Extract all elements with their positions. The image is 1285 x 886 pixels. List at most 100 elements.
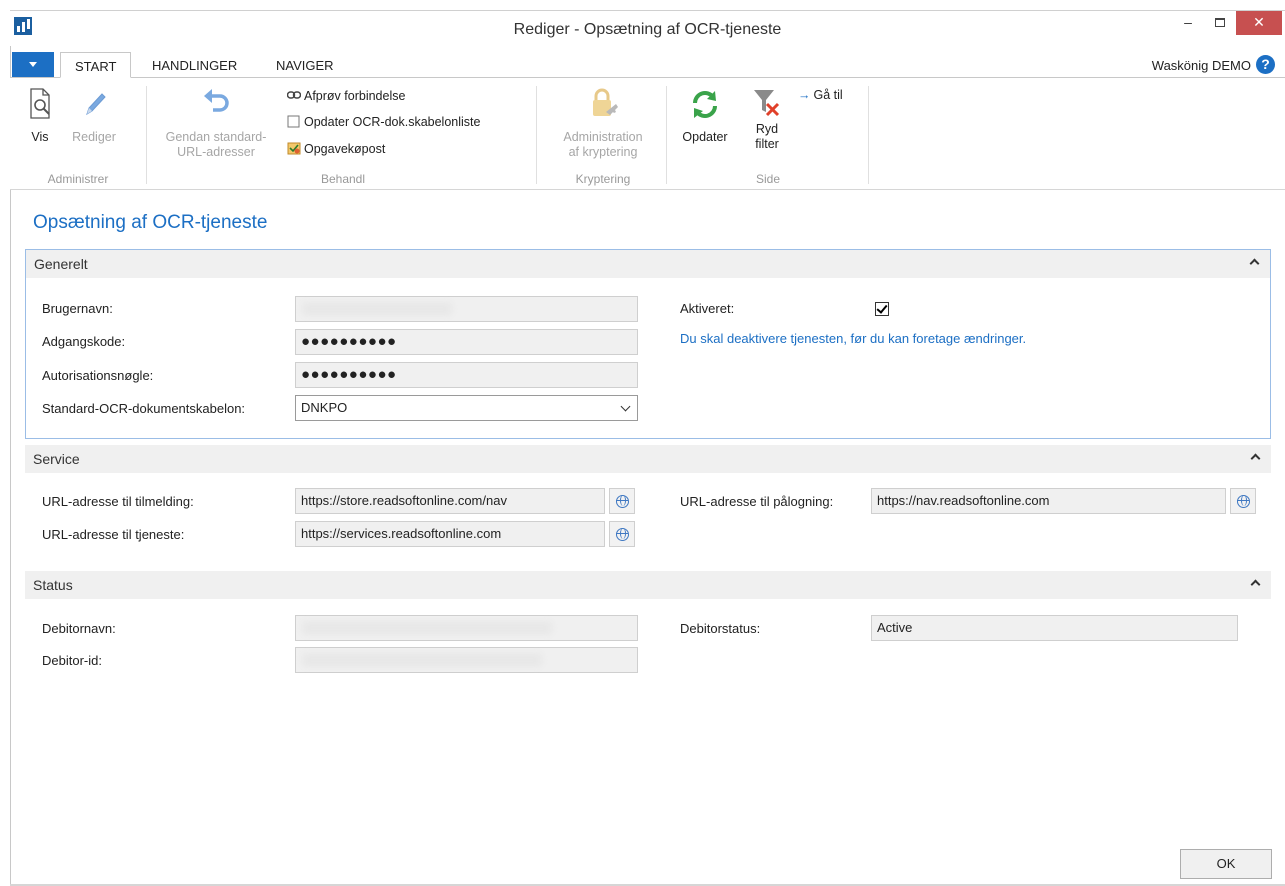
ribbon-separator [536, 86, 537, 184]
autorisationsnogle-label: Autorisationsnøgle: [42, 368, 154, 383]
gaa-til-label: Gå til [813, 88, 843, 102]
palogning-label: URL-adresse til pålogning: [680, 494, 834, 509]
opdater-ocr-label: Opdater OCR-dok.skabelonliste [304, 115, 481, 129]
vis-label: Vis [31, 130, 49, 144]
gendan-standard-url-button[interactable]: Gendan standard- URL-adresser [154, 86, 278, 160]
ryd-label-2: filter [755, 137, 779, 151]
adgangskode-field[interactable]: ●●●●●●●●●● [295, 329, 638, 355]
title-bar: Rediger - Opsætning af OCR-tjeneste – ✕ [10, 10, 1285, 46]
ryd-label-1: Ryd [755, 122, 779, 136]
standard-ocr-dropdown[interactable]: DNKPO [295, 395, 638, 421]
group-kryptering: Administration af kryptering Kryptering [540, 84, 666, 188]
opgavekopost-button[interactable]: Opgavekøpost [287, 141, 385, 156]
group-label: Side [755, 172, 781, 186]
document-icon [287, 114, 301, 128]
collapse-icon[interactable] [1249, 258, 1260, 269]
undo-icon [199, 86, 233, 122]
gaa-til-button[interactable]: → Gå til [798, 88, 843, 102]
ribbon: Vis Rediger Administrer Gendan standard- [10, 78, 1285, 190]
collapse-icon[interactable] [1250, 579, 1261, 590]
refresh-icon [688, 86, 722, 122]
opdater-button[interactable]: Opdater [674, 86, 736, 145]
page-title: Opsætning af OCR-tjeneste [33, 212, 268, 233]
debitornavn-field[interactable] [295, 615, 638, 641]
service-header[interactable]: Service [25, 445, 1271, 473]
standard-ocr-label: Standard-OCR-dokumentskabelon: [42, 401, 246, 416]
redacted-value [302, 621, 552, 635]
clear-filter-icon [750, 86, 784, 122]
ribbon-tab-bar: START HANDLINGER NAVIGER Waskönig DEMO ? [10, 52, 1285, 78]
brugernavn-label: Brugernavn: [42, 301, 113, 316]
pencil-icon [77, 86, 111, 122]
debitornavn-label: Debitornavn: [42, 621, 116, 636]
group-label: Behandl [320, 172, 366, 186]
job-queue-icon [287, 141, 301, 155]
generelt-header[interactable]: Generelt [26, 250, 1270, 278]
tjeneste-field[interactable]: https://services.readsoftonline.com [295, 521, 605, 547]
vis-button[interactable]: Vis [20, 86, 60, 145]
tilmelding-field[interactable]: https://store.readsoftonline.com/nav [295, 488, 605, 514]
deaktiver-info-text: Du skal deaktivere tjenesten, før du kan… [680, 331, 1027, 346]
redacted-value [302, 302, 452, 316]
debitor-id-field[interactable] [295, 647, 638, 673]
standard-ocr-value: DNKPO [301, 400, 348, 415]
admin-kryptering-label-1: Administration [563, 130, 643, 144]
globe-icon [616, 495, 629, 508]
status-title: Status [33, 577, 73, 593]
minimize-button[interactable]: – [1174, 11, 1202, 35]
opdater-label: Opdater [682, 130, 728, 144]
afprov-label: Afprøv forbindelse [304, 89, 406, 103]
generelt-title: Generelt [34, 256, 88, 272]
ok-button[interactable]: OK [1180, 849, 1272, 879]
adgangskode-label: Adgangskode: [42, 334, 126, 349]
opdater-ocr-skabelonliste-button[interactable]: Opdater OCR-dok.skabelonliste [287, 114, 480, 129]
user-name[interactable]: Waskönig DEMO [1152, 58, 1251, 73]
opgavekopost-label: Opgavekøpost [304, 142, 386, 156]
aktiveret-checkbox[interactable] [875, 302, 889, 316]
gendan-label-2: URL-adresser [177, 145, 255, 159]
group-behandl: Gendan standard- URL-adresser Afprøv for… [150, 84, 536, 188]
palogning-field[interactable]: https://nav.readsoftonline.com [871, 488, 1226, 514]
globe-icon [616, 528, 629, 541]
rediger-button[interactable]: Rediger [64, 86, 124, 145]
arrow-right-icon: → [798, 88, 811, 102]
ribbon-separator [146, 86, 147, 184]
gendan-label-1: Gendan standard- [165, 130, 267, 144]
brugernavn-field[interactable] [295, 296, 638, 322]
autorisationsnogle-field[interactable]: ●●●●●●●●●● [295, 362, 638, 388]
collapse-icon[interactable] [1250, 453, 1261, 464]
tab-naviger[interactable]: NAVIGER [262, 52, 348, 78]
view-icon [23, 86, 57, 122]
aktiveret-label: Aktiveret: [680, 301, 735, 316]
open-url-button[interactable] [1230, 488, 1256, 514]
open-url-button[interactable] [609, 521, 635, 547]
service-title: Service [33, 451, 80, 467]
tab-handlinger[interactable]: HANDLINGER [138, 52, 251, 78]
group-side: Opdater Ryd filter → Gå til Side [670, 84, 866, 188]
redacted-value [302, 653, 542, 667]
lock-key-icon [586, 86, 620, 122]
tilmelding-label: URL-adresse til tilmelding: [42, 494, 194, 509]
chevron-down-icon [620, 401, 631, 412]
application-menu-button[interactable] [12, 52, 54, 77]
debitor-id-label: Debitor-id: [42, 653, 102, 668]
status-header[interactable]: Status [25, 571, 1271, 599]
afprov-forbindelse-button[interactable]: Afprøv forbindelse [286, 88, 406, 103]
rediger-label: Rediger [72, 130, 116, 144]
maximize-button[interactable] [1206, 11, 1234, 35]
group-label: Kryptering [575, 172, 631, 186]
window-title: Rediger - Opsætning af OCR-tjeneste [513, 21, 782, 38]
admin-kryptering-label-2: af kryptering [568, 145, 638, 159]
maximize-icon [1215, 18, 1225, 27]
help-icon[interactable]: ? [1256, 55, 1275, 74]
group-label: Administrer [47, 172, 109, 186]
open-url-button[interactable] [609, 488, 635, 514]
ryd-filter-button[interactable]: Ryd filter [744, 86, 790, 152]
ribbon-separator [868, 86, 869, 184]
close-button[interactable]: ✕ [1236, 11, 1282, 35]
debitorstatus-field[interactable]: Active [871, 615, 1238, 641]
debitorstatus-label: Debitorstatus: [680, 621, 761, 636]
administration-af-kryptering-button[interactable]: Administration af kryptering [544, 86, 662, 160]
tjeneste-label: URL-adresse til tjeneste: [42, 527, 185, 542]
tab-start[interactable]: START [60, 52, 132, 78]
